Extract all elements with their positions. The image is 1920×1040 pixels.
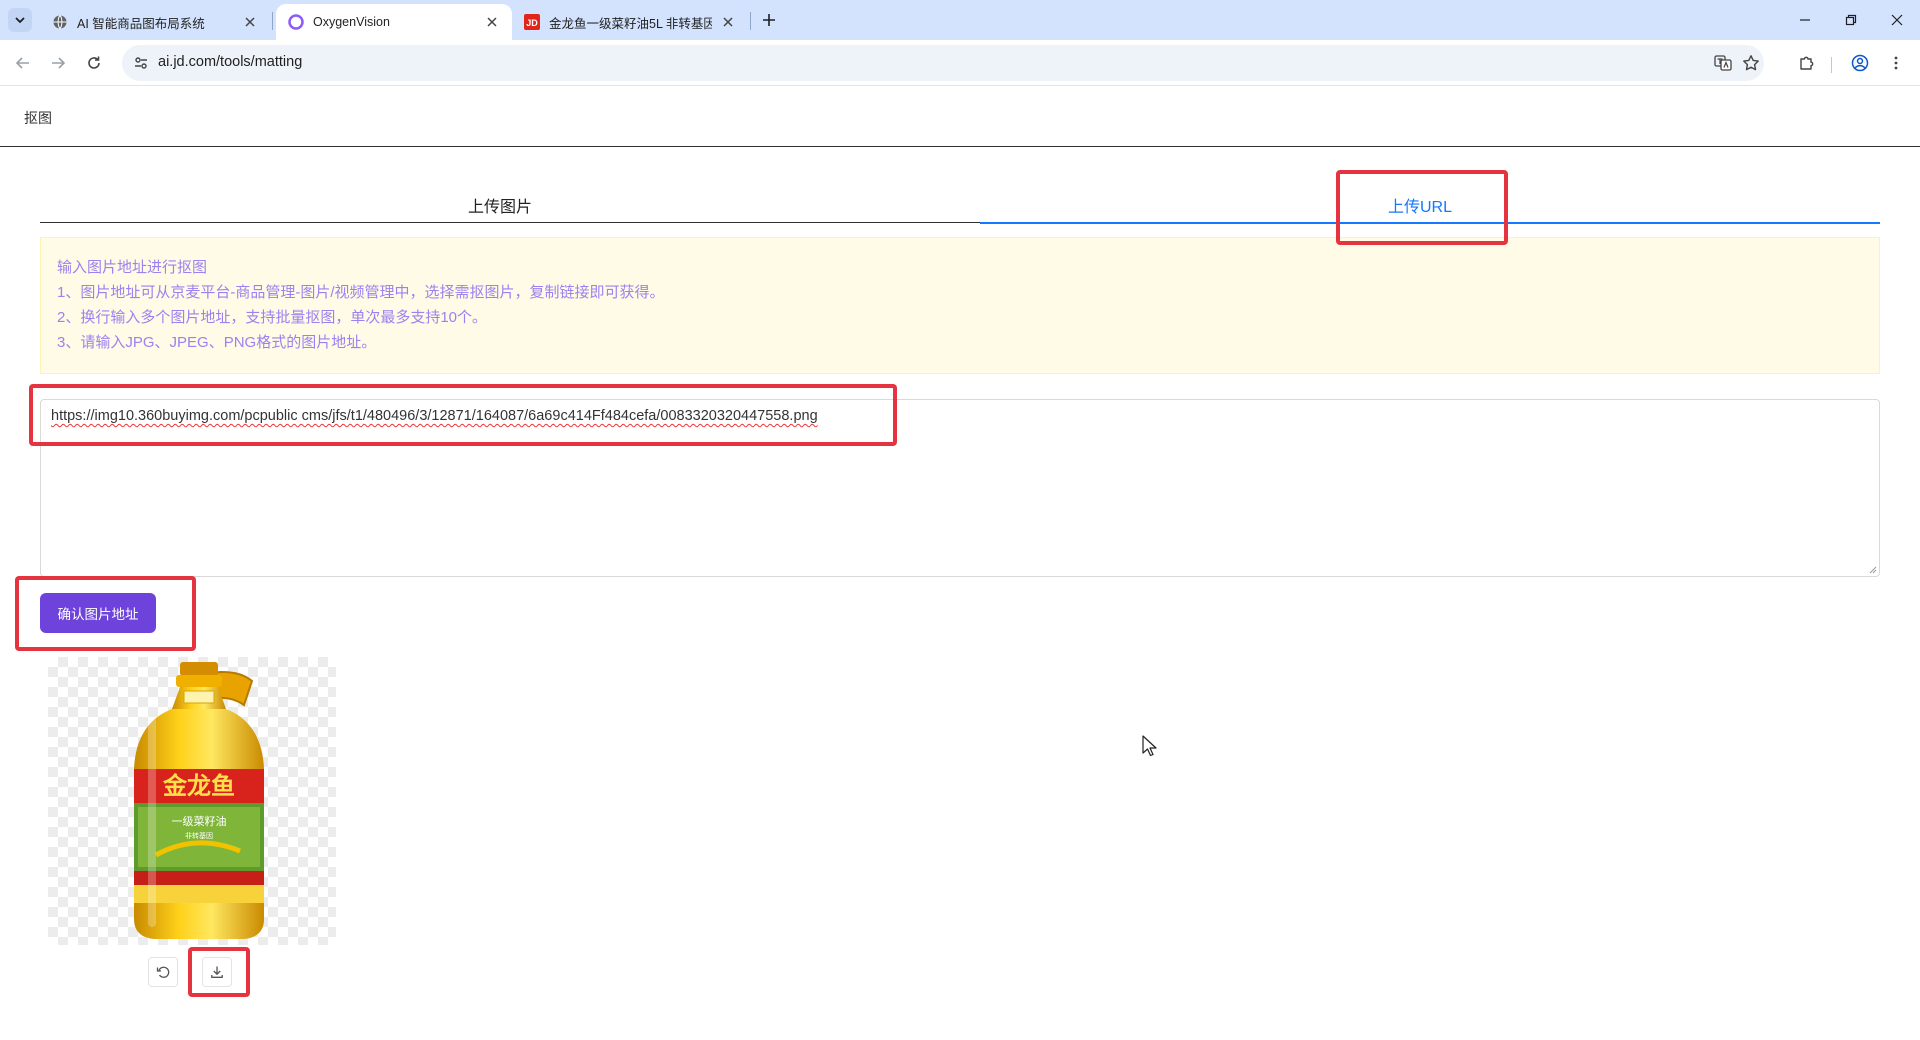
sub-text: 一级菜籽油 [172, 814, 227, 828]
forward-button[interactable] [46, 51, 70, 75]
address-bar[interactable]: ai.jd.com/tools/matting [122, 45, 1764, 81]
download-icon [211, 966, 223, 978]
svg-text:JD: JD [526, 18, 538, 28]
minimize-button[interactable] [1782, 0, 1828, 40]
tab-search-button[interactable] [8, 8, 32, 32]
account-circle-icon [1851, 54, 1869, 72]
arrow-left-icon [15, 57, 29, 69]
sub-text-2: 非转基因 [185, 831, 213, 840]
minimize-icon [1800, 19, 1810, 21]
image-url-textarea[interactable]: https://img10.360buyimg.com/pcpublic cms… [40, 399, 1880, 577]
active-tab-indicator [980, 222, 1880, 224]
browser-tab-oxygenvision[interactable]: OxygenVision [276, 4, 512, 40]
new-tab-button[interactable] [758, 9, 780, 31]
bookmark-star-icon[interactable] [1742, 54, 1760, 72]
reset-result-button[interactable] [148, 957, 178, 987]
arrow-right-icon [52, 57, 66, 69]
oxygenvision-logo-icon [288, 14, 304, 30]
instructions-notice: 输入图片地址进行抠图 1、图片地址可从京麦平台-商品管理-图片/视频管理中，选择… [40, 237, 1880, 374]
restore-button[interactable] [1828, 0, 1874, 40]
brand-text: 金龙鱼 [162, 772, 235, 800]
notice-line: 2、换行输入多个图片地址，支持批量抠图，单次最多支持10个。 [57, 309, 488, 326]
undo-icon [156, 966, 170, 978]
confirm-image-url-button[interactable]: 确认图片地址 [40, 593, 156, 633]
page-header: 抠图 [0, 87, 1920, 147]
tab-title: AI 智能商品图布局系统 [77, 16, 205, 31]
breadcrumb: 抠图 [24, 110, 52, 126]
address-text: ai.jd.com/tools/matting [158, 54, 303, 70]
tab-title: OxygenVision [313, 15, 390, 29]
close-icon[interactable] [242, 14, 258, 30]
globe-icon [53, 15, 67, 29]
reload-button[interactable] [82, 51, 106, 75]
profile-button[interactable] [1848, 51, 1872, 75]
chevron-down-icon [15, 17, 25, 24]
notice-title: 输入图片地址进行抠图 [57, 259, 208, 276]
mouse-cursor-icon [1142, 735, 1157, 757]
browser-tab-layout-system[interactable]: AI 智能商品图布局系统 [40, 4, 270, 40]
reload-icon [88, 56, 100, 69]
restore-icon [1845, 14, 1857, 26]
notice-line: 1、图片地址可从京麦平台-商品管理-图片/视频管理中，选择需抠图片，复制链接即可… [57, 284, 665, 301]
close-icon[interactable] [720, 14, 736, 30]
tab-separator [750, 12, 751, 30]
toolbar-divider [1831, 57, 1832, 73]
image-url-value: https://img10.360buyimg.com/pcpublic cms… [51, 408, 818, 424]
browser-menu-button[interactable] [1884, 51, 1908, 75]
browser-tab-jd-product[interactable]: JD 金龙鱼一级菜籽油5L 非转基因 [512, 4, 748, 40]
resize-grip-icon[interactable] [1869, 566, 1877, 574]
browser-tabstrip: AI 智能商品图布局系统 OxygenVision JD 金龙鱼一级菜籽油5L … [0, 0, 1920, 40]
jd-logo-icon: JD [524, 14, 540, 30]
tab-upload-url[interactable]: 上传URL [960, 186, 1880, 223]
puzzle-icon [1800, 56, 1814, 70]
site-info-icon[interactable] [132, 54, 150, 72]
tab-separator [272, 12, 273, 30]
close-window-button[interactable] [1874, 0, 1920, 40]
download-result-button[interactable] [202, 957, 232, 987]
tab-title: 金龙鱼一级菜籽油5L 非转基因 [549, 16, 712, 31]
notice-line: 3、请输入JPG、JPEG、PNG格式的图片地址。 [57, 334, 377, 351]
oil-bottle-image: 金龙鱼 一级菜籽油 非转基因 [134, 662, 264, 939]
close-icon [1891, 14, 1903, 26]
tab-upload-image[interactable]: 上传图片 [40, 186, 960, 223]
back-button[interactable] [11, 51, 35, 75]
more-vertical-icon [1894, 56, 1898, 70]
browser-toolbar: ai.jd.com/tools/matting [0, 40, 1920, 86]
extensions-button[interactable] [1795, 51, 1819, 75]
close-icon[interactable] [484, 14, 500, 30]
upload-mode-tabs: 上传图片 上传URL [40, 186, 1880, 224]
plus-icon [763, 14, 775, 26]
matting-result-card: 金龙鱼 一级菜籽油 非转基因 [48, 657, 336, 945]
translate-icon[interactable] [1714, 54, 1732, 72]
